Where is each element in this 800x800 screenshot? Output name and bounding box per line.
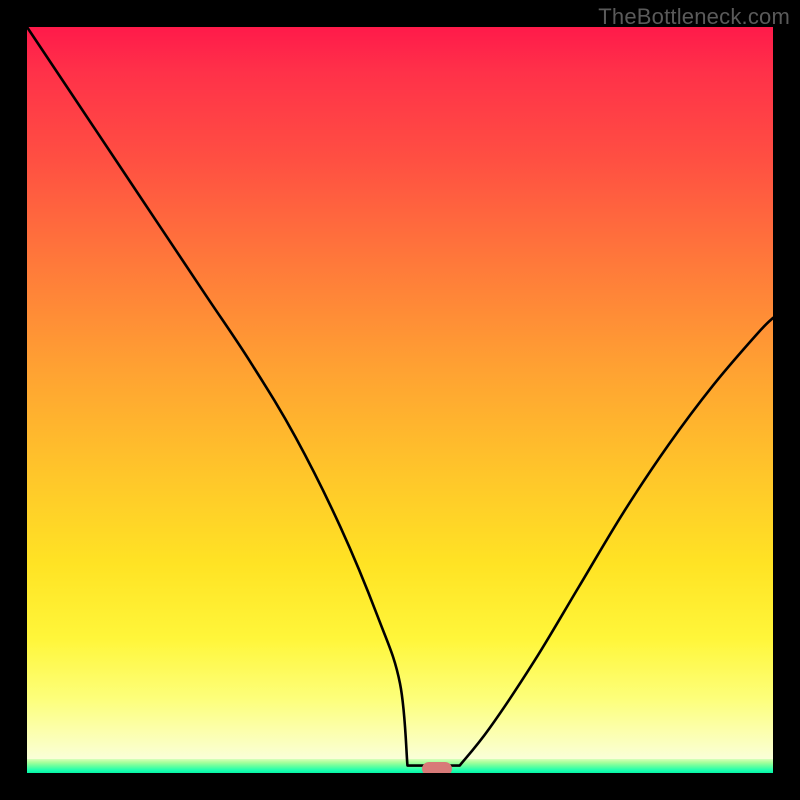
minimum-marker: [422, 762, 452, 773]
bottleneck-curve: [27, 27, 773, 773]
watermark-text: TheBottleneck.com: [598, 4, 790, 30]
curve-path: [27, 27, 773, 766]
plot-area: [27, 27, 773, 773]
chart-frame: TheBottleneck.com: [0, 0, 800, 800]
